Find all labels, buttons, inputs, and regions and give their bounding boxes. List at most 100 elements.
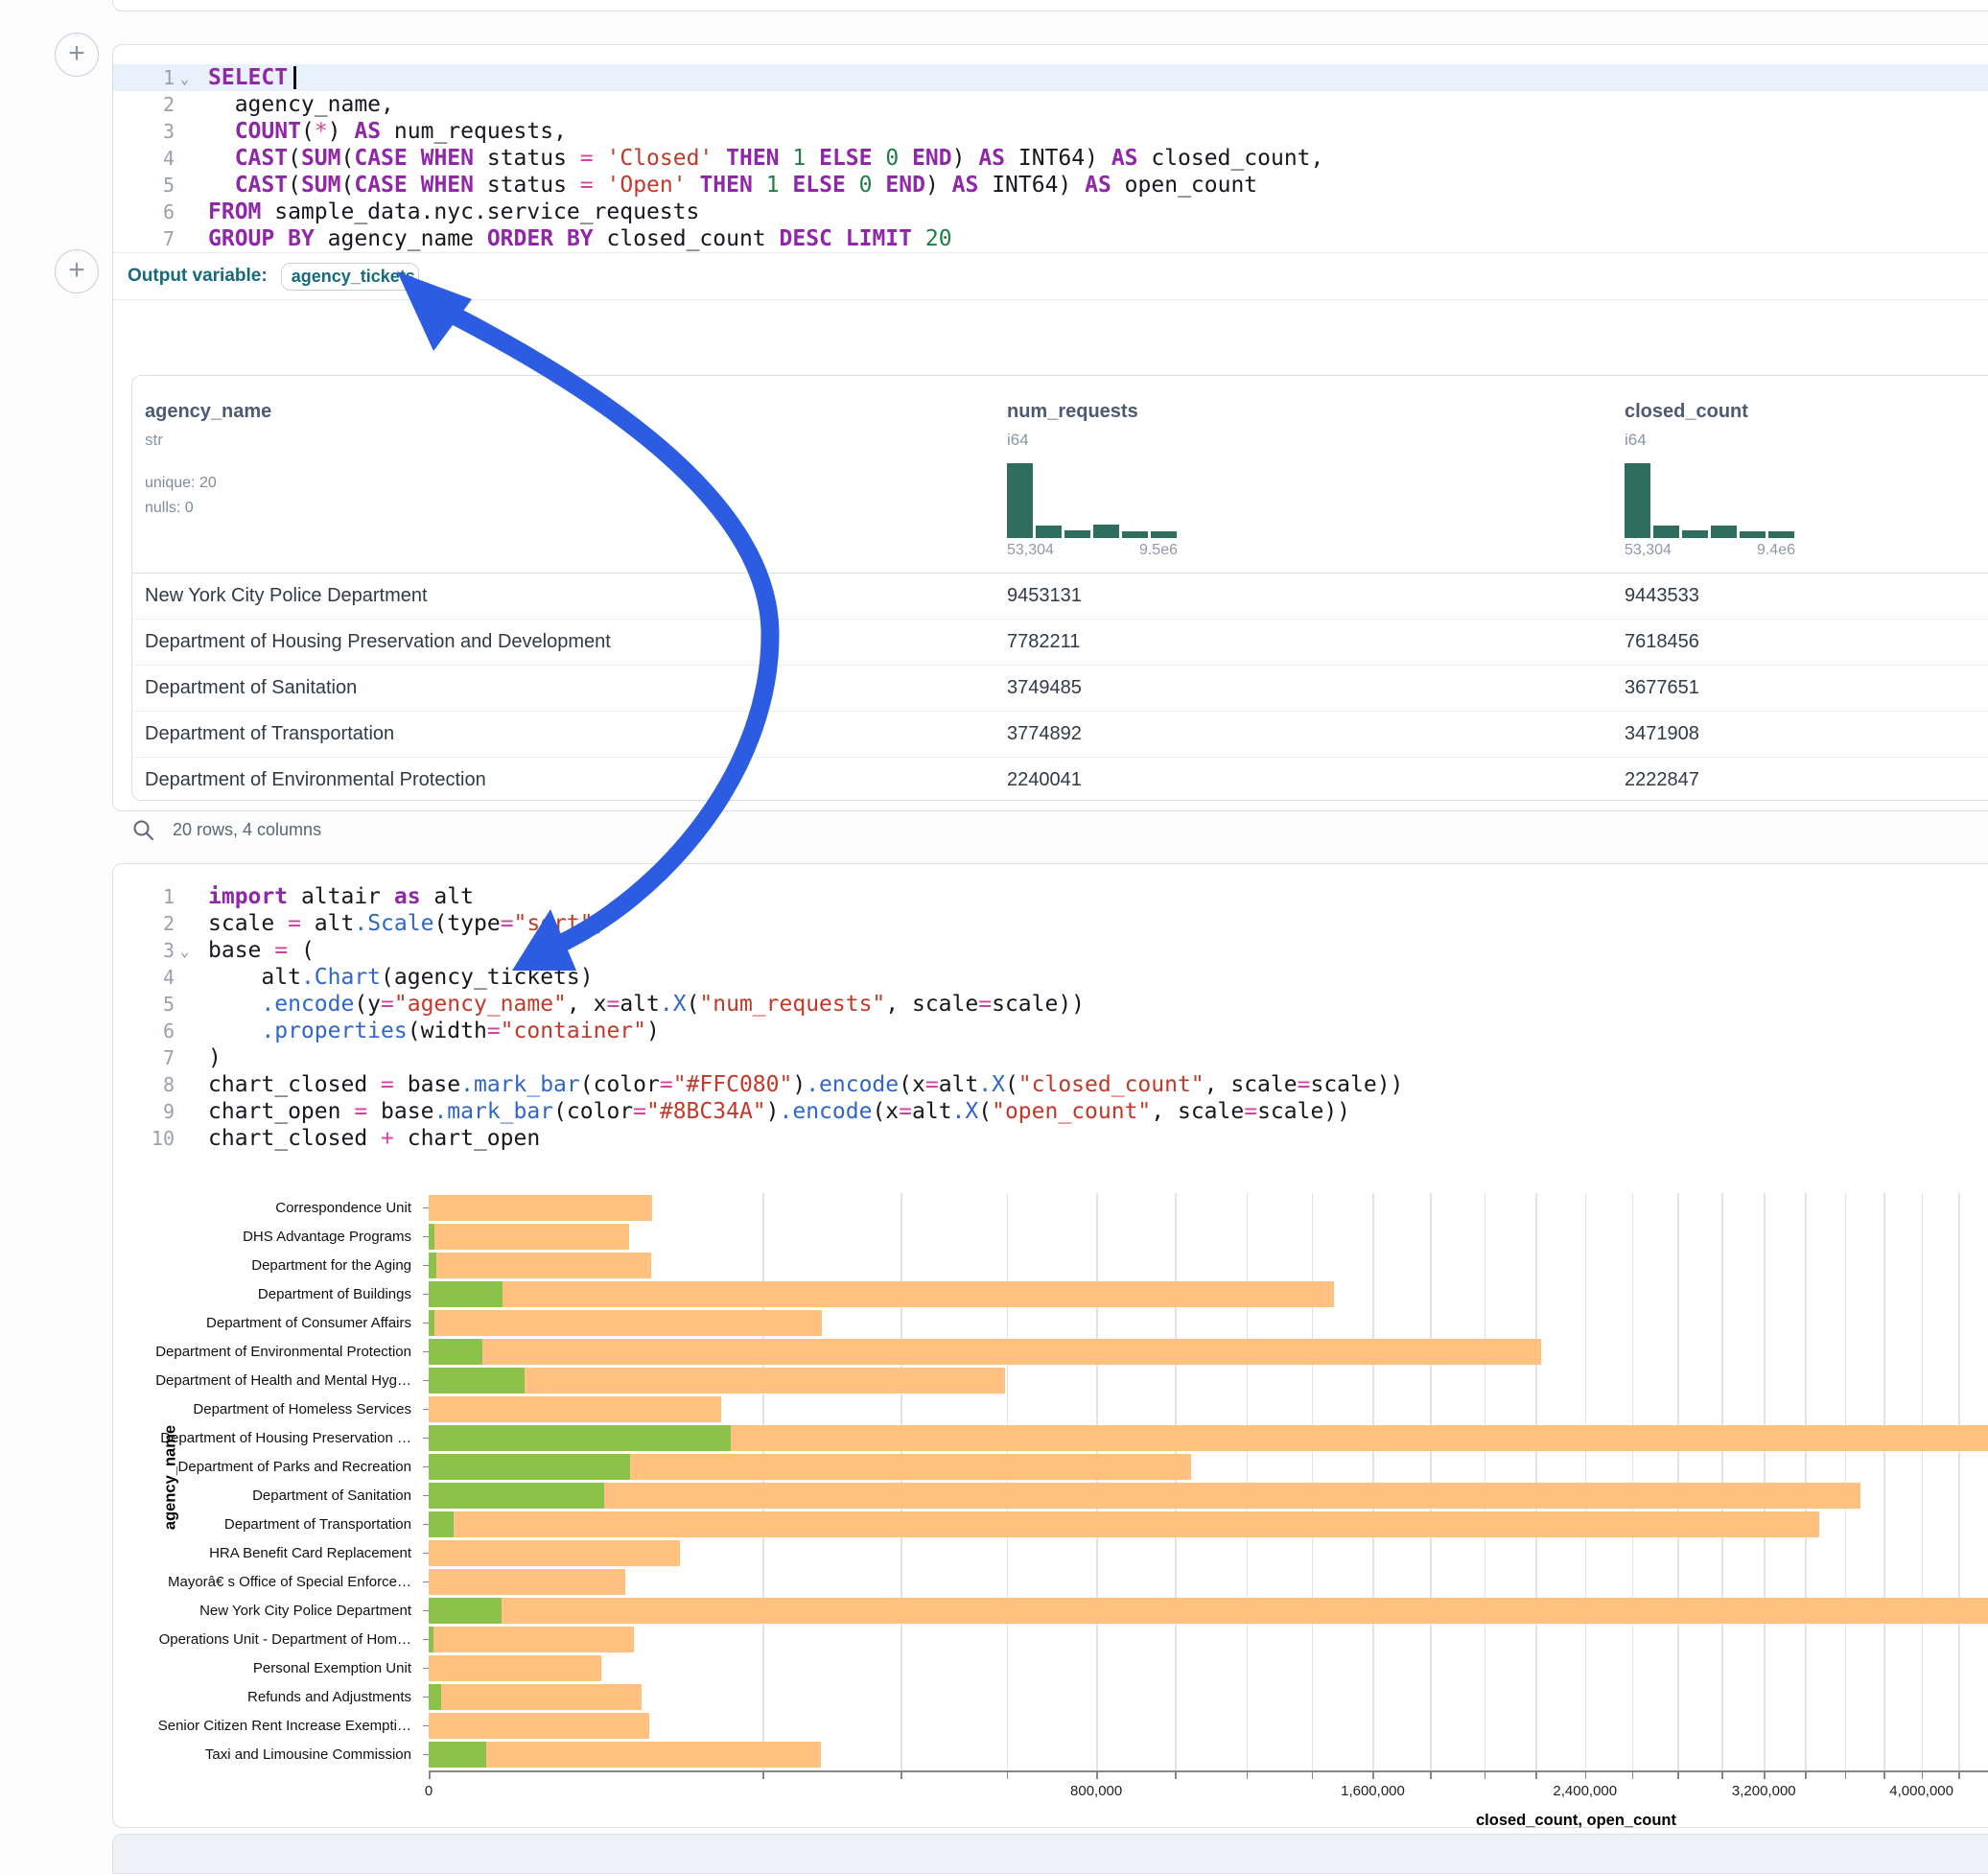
line-number: 1: [113, 883, 175, 910]
column-header[interactable]: num_requestsi6453,3049.5e6: [1007, 376, 1178, 563]
search-icon[interactable]: [131, 818, 155, 842]
y-tick-label: DHS Advantage Programs: [113, 1230, 411, 1244]
line-number: 9: [113, 1098, 175, 1125]
chart-bar-open: [429, 1684, 441, 1710]
add-cell-button[interactable]: +: [55, 33, 99, 77]
code-line[interactable]: 4 alt.Chart(agency_tickets): [113, 964, 1988, 991]
x-axis-title: closed_count, open_count: [1289, 1812, 1864, 1830]
chart-bar-open: [429, 1281, 503, 1307]
next-cell-edge: [112, 1834, 1988, 1874]
table-row[interactable]: Department of Environmental Protection22…: [132, 758, 1988, 801]
results-table: agency_namestrunique: 20nulls: 0 num_requ…: [131, 375, 1988, 801]
code-line[interactable]: 10chart_closed + chart_open: [113, 1125, 1988, 1152]
chart-bar-closed: [429, 1339, 1541, 1365]
code-line[interactable]: 8chart_closed = base.mark_bar(color="#FF…: [113, 1071, 1988, 1098]
chart-bar-closed: [429, 1742, 821, 1768]
y-tick-label: HRA Benefit Card Replacement: [113, 1546, 411, 1560]
line-number: 5: [113, 991, 175, 1018]
y-tick-label: Department of Transportation: [113, 1517, 411, 1532]
column-header[interactable]: agency_namestrunique: 20nulls: 0: [145, 376, 271, 521]
line-number: 5: [113, 172, 175, 199]
code-line[interactable]: 7GROUP BY agency_name ORDER BY closed_co…: [113, 225, 1988, 252]
table-footer: 20 rows, 4 columns: [131, 812, 321, 847]
y-tick-label: Mayorâ€ s Office of Special Enforce…: [113, 1575, 411, 1589]
y-tick-label: Department of Homeless Services: [113, 1402, 411, 1417]
chart-bar-closed: [429, 1396, 721, 1422]
chart-bar-closed: [429, 1281, 1334, 1307]
fold-chevron-icon[interactable]: ⌄: [180, 938, 189, 965]
y-tick-label: Refunds and Adjustments: [113, 1690, 411, 1704]
line-number: 6: [113, 1018, 175, 1044]
text-cursor: [293, 66, 296, 89]
line-number: 4: [113, 145, 175, 172]
fold-chevron-icon[interactable]: ⌄: [180, 65, 189, 92]
chart-bar-closed: [429, 1598, 1988, 1624]
y-tick-label: Operations Unit - Department of Hom…: [113, 1632, 411, 1647]
sql-code-editor[interactable]: 1⌄SELECT2 agency_name,3 COUNT(*) AS num_…: [113, 45, 1988, 252]
y-axis-title: agency_name: [162, 1190, 180, 1766]
chart-bar-open: [429, 1425, 731, 1451]
chart-bar-open: [429, 1598, 502, 1624]
column-histogram: [1007, 463, 1178, 538]
chart-bar-open: [429, 1627, 433, 1652]
x-axis-line: [429, 1770, 1988, 1772]
y-tick-label: Department of Health and Mental Hyg…: [113, 1373, 411, 1388]
line-number: 2: [113, 91, 175, 118]
y-tick-label: Correspondence Unit: [113, 1201, 411, 1215]
code-line[interactable]: 3 COUNT(*) AS num_requests,: [113, 118, 1988, 145]
y-tick-label: New York City Police Department: [113, 1604, 411, 1618]
code-line[interactable]: 3⌄base = (: [113, 937, 1988, 964]
code-line[interactable]: 5 CAST(SUM(CASE WHEN status = 'Open' THE…: [113, 172, 1988, 199]
chart-bar-closed: [429, 1511, 1819, 1537]
table-row[interactable]: Department of Transportation377489234719…: [132, 712, 1988, 758]
column-histogram: [1625, 463, 1795, 538]
table-row[interactable]: New York City Police Department945313194…: [132, 574, 1988, 620]
code-line[interactable]: 9chart_open = base.mark_bar(color="#8BC3…: [113, 1098, 1988, 1125]
python-code-editor[interactable]: 1import altair as alt2scale = alt.Scale(…: [113, 864, 1988, 1152]
column-header[interactable]: closed_counti6453,3049.4e6: [1625, 376, 1795, 563]
line-number: 2: [113, 910, 175, 937]
chart-bar-closed: [429, 1655, 601, 1681]
chart-bar-closed: [429, 1713, 649, 1739]
chart-bar-closed: [429, 1224, 629, 1250]
divider: [113, 299, 1988, 300]
line-number: 10: [113, 1125, 175, 1152]
chart-bar-open: [429, 1310, 434, 1336]
y-tick-label: Department of Sanitation: [113, 1488, 411, 1503]
line-number: 3: [113, 118, 175, 145]
code-line[interactable]: 2scale = alt.Scale(type="sqrt"): [113, 910, 1988, 937]
code-line[interactable]: 2 agency_name,: [113, 91, 1988, 118]
code-line[interactable]: 5 .encode(y="agency_name", x=alt.X("num_…: [113, 991, 1988, 1018]
code-line[interactable]: 4 CAST(SUM(CASE WHEN status = 'Closed' T…: [113, 145, 1988, 172]
bar-chart: agency_name Correspondence Unit DHS Advan…: [113, 1181, 1988, 1833]
line-number: 3: [113, 937, 175, 964]
x-tick-label: 1,600,000: [1305, 1783, 1439, 1799]
output-variable-pill[interactable]: agency_tickets: [281, 263, 419, 291]
chart-bar-closed: [429, 1253, 651, 1278]
line-number: 7: [113, 1044, 175, 1071]
chart-bar-closed: [429, 1684, 642, 1710]
code-line[interactable]: 1⌄SELECT: [113, 64, 1988, 91]
code-line[interactable]: 6 .properties(width="container"): [113, 1018, 1988, 1044]
y-tick-label: Department of Housing Preservation …: [113, 1431, 411, 1445]
chart-bar-open: [429, 1224, 434, 1250]
chart-bar-open: [429, 1253, 436, 1278]
code-line[interactable]: 7): [113, 1044, 1988, 1071]
chart-bar-open: [429, 1511, 454, 1537]
y-tick-label: Senior Citizen Rent Increase Exempti…: [113, 1719, 411, 1733]
chart-bar-open: [429, 1339, 482, 1365]
table-row[interactable]: Department of Housing Preservation and D…: [132, 620, 1988, 666]
table-row[interactable]: Department of Sanitation37494853677651: [132, 666, 1988, 712]
output-variable-label: Output variable:: [128, 266, 268, 287]
x-tick-label: 4,000,000: [1855, 1783, 1988, 1799]
sql-cell: 1⌄SELECT2 agency_name,3 COUNT(*) AS num_…: [112, 44, 1988, 811]
y-tick-label: Department of Parks and Recreation: [113, 1460, 411, 1474]
chart-bar-closed: [429, 1483, 1860, 1509]
gridline: [1958, 1193, 1960, 1770]
y-tick-label: Department of Consumer Affairs: [113, 1316, 411, 1330]
add-cell-button[interactable]: +: [55, 249, 99, 293]
code-line[interactable]: 6FROM sample_data.nyc.service_requests: [113, 199, 1988, 225]
chart-bar-closed: [429, 1310, 822, 1336]
chart-plot-area: [429, 1193, 1988, 1770]
code-line[interactable]: 1import altair as alt: [113, 883, 1988, 910]
